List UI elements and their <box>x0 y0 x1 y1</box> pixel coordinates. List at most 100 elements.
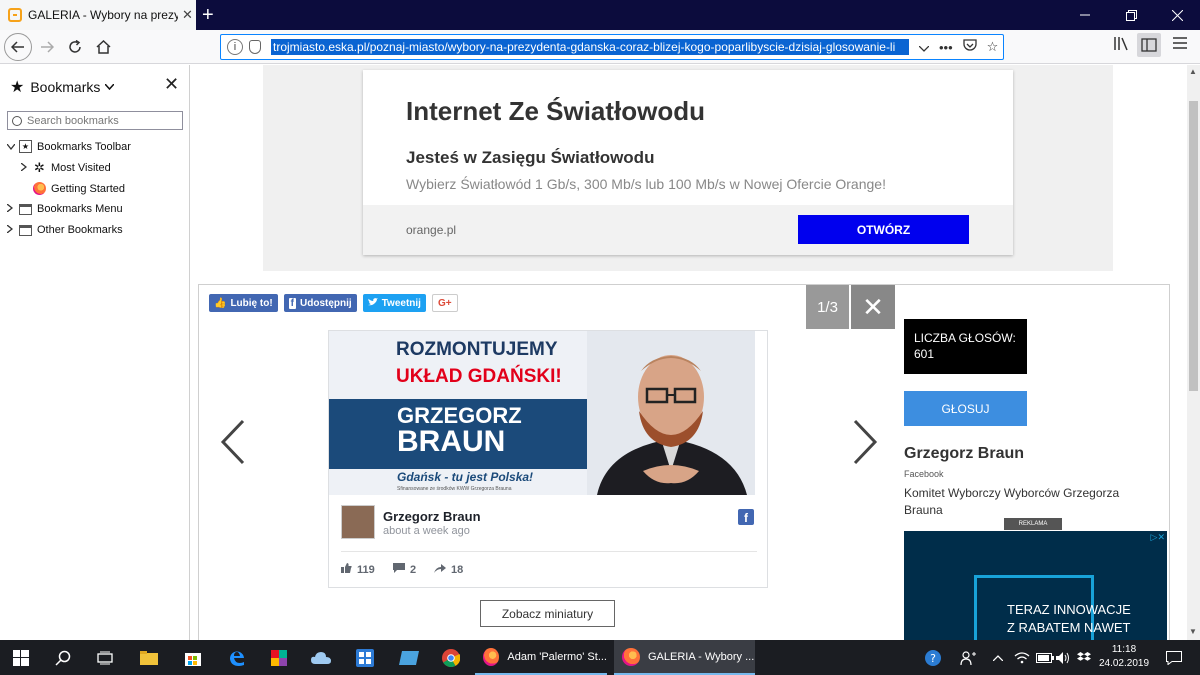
file-explorer-icon[interactable] <box>130 640 168 675</box>
bookmark-star-icon[interactable]: ☆ <box>987 39 999 55</box>
share-label: Udostępnij <box>300 297 352 309</box>
facebook-icon: f <box>288 297 297 309</box>
post-time[interactable]: about a week ago <box>383 525 470 537</box>
web-content: Internet Ze Światłowodu Jesteś w Zasięgu… <box>191 65 1187 640</box>
people-icon[interactable] <box>960 640 976 675</box>
cloud-app-icon[interactable] <box>302 640 340 675</box>
collapsed-twisty-icon[interactable] <box>6 224 19 235</box>
next-arrow-icon[interactable] <box>847 417 883 467</box>
url-text[interactable]: trojmiasto.eska.pl/poznaj-miasto/wybory-… <box>271 39 909 55</box>
likes-count[interactable]: 119 <box>341 563 375 576</box>
prev-arrow-icon[interactable] <box>217 417 253 467</box>
search-icon[interactable] <box>44 640 82 675</box>
gplus-button[interactable]: G+ <box>431 294 458 312</box>
menu-icon[interactable] <box>1172 36 1188 54</box>
home-button[interactable] <box>90 34 116 60</box>
taskbar-app-galeria[interactable]: GALERIA - Wybory ... <box>614 640 755 675</box>
store-icon[interactable] <box>174 640 212 675</box>
facebook-logo-icon[interactable]: f <box>738 509 754 525</box>
tab-close-icon[interactable]: ✕ <box>182 7 193 23</box>
comments-count[interactable]: 2 <box>393 563 416 576</box>
library-icon[interactable] <box>1113 36 1129 55</box>
tweet-button[interactable]: Tweetnij <box>362 294 426 312</box>
tree-bookmarks-toolbar[interactable]: ★ Bookmarks Toolbar <box>6 140 131 153</box>
facebook-post-embed[interactable]: ROZMONTUJEMY UKŁAD GDAŃSKI! GRZEGORZ BRA… <box>328 330 768 588</box>
tiles-app-icon[interactable] <box>346 640 384 675</box>
collapsed-twisty-icon[interactable] <box>20 161 33 173</box>
sidebar-toggle-icon[interactable] <box>1137 33 1161 57</box>
task-view-icon[interactable] <box>86 640 124 675</box>
author-avatar[interactable] <box>341 505 375 539</box>
ad-open-button[interactable]: OTWÓRZ <box>798 215 969 244</box>
notifications-icon[interactable] <box>1166 640 1182 675</box>
show-thumbnails-button[interactable]: Zobacz miniatury <box>480 600 615 627</box>
scrollbar-thumb[interactable] <box>1189 101 1198 391</box>
wifi-icon[interactable] <box>1014 640 1030 675</box>
edge-icon[interactable] <box>218 640 256 675</box>
page-actions-icon[interactable]: ••• <box>939 40 953 55</box>
sidebar-close-icon[interactable]: ✕ <box>164 74 179 95</box>
battery-icon[interactable] <box>1036 640 1054 675</box>
chrome-icon[interactable] <box>432 640 470 675</box>
svg-text:?: ? <box>930 652 936 665</box>
banner-line2: UKŁAD GDAŃSKI! <box>396 366 562 387</box>
shares-count[interactable]: 18 <box>434 563 463 576</box>
post-author[interactable]: Grzegorz Braun <box>383 509 481 524</box>
url-dropdown-icon[interactable] <box>918 40 930 55</box>
screenshot-tool-icon[interactable] <box>390 640 428 675</box>
gallery-close-button[interactable]: ✕ <box>851 285 895 329</box>
tree-getting-started[interactable]: Getting Started <box>33 182 125 195</box>
back-button[interactable] <box>4 33 32 61</box>
clock-date: 24.02.2019 <box>1098 658 1150 669</box>
volume-icon[interactable] <box>1056 640 1072 675</box>
vote-button[interactable]: GŁOSUJ <box>904 391 1027 426</box>
tab-galeria[interactable]: GALERIA - Wybory na prezydenta ✕ <box>0 0 196 30</box>
ad-footer: orange.pl OTWÓRZ <box>363 205 1013 255</box>
taskbar-app-adam[interactable]: Adam 'Palermo' St... <box>475 640 607 675</box>
adchoices-icon[interactable]: ▷✕ <box>1151 532 1165 543</box>
collapsed-twisty-icon[interactable] <box>6 203 19 214</box>
info-icon[interactable]: i <box>227 39 243 55</box>
tracking-shield-icon[interactable] <box>249 40 261 54</box>
forward-button[interactable] <box>34 34 60 60</box>
banner-slogan: Gdańsk - tu jest Polska! <box>397 470 534 484</box>
comments-value: 2 <box>410 563 417 576</box>
innovation-ad-banner[interactable]: TERAZ INNOWACJE Z RABATEM NAWET ▷✕ <box>904 531 1167 640</box>
orange-ad-card[interactable]: Internet Ze Światłowodu Jesteś w Zasięgu… <box>363 70 1013 255</box>
window-close-icon[interactable] <box>1154 0 1200 30</box>
help-icon[interactable]: ? <box>924 640 942 675</box>
ad-title[interactable]: Internet Ze Światłowodu <box>406 96 705 127</box>
folder-icon <box>19 203 32 215</box>
scroll-down-icon[interactable]: ▼ <box>1189 627 1197 636</box>
windows-start-icon[interactable] <box>2 640 40 675</box>
tray-expand-icon[interactable] <box>993 640 1003 675</box>
dropbox-icon[interactable] <box>1077 640 1091 675</box>
tree-other-bookmarks[interactable]: Other Bookmarks <box>6 224 123 236</box>
ad2-line1: TERAZ INNOWACJE <box>1007 602 1131 617</box>
bookmarks-search-input[interactable]: Search bookmarks <box>7 111 183 130</box>
thumbs-up-icon: 👍 <box>214 297 227 309</box>
campaign-banner-image: ROZMONTUJEMY UKŁAD GDAŃSKI! GRZEGORZ BRA… <box>329 331 755 495</box>
firefox-icon <box>622 647 640 666</box>
expanded-twisty-icon[interactable] <box>6 142 19 152</box>
restore-icon[interactable] <box>1108 0 1154 30</box>
new-tab-button[interactable]: + <box>202 3 214 27</box>
tree-most-visited[interactable]: ✲ Most Visited <box>20 160 111 175</box>
votes-count-box: LICZBA GŁOSÓW: 601 <box>904 319 1027 374</box>
url-bar[interactable]: i trojmiasto.eska.pl/poznaj-miasto/wybor… <box>220 34 1004 60</box>
star-icon: ★ <box>10 79 25 96</box>
eska-favicon-icon <box>8 8 22 22</box>
reload-button[interactable] <box>62 34 88 60</box>
tree-bookmarks-menu[interactable]: Bookmarks Menu <box>6 203 123 215</box>
sidebar-header[interactable]: ★ Bookmarks <box>10 77 115 97</box>
page-scrollbar[interactable]: ▲ ▼ <box>1187 65 1200 640</box>
ad-container: Internet Ze Światłowodu Jesteś w Zasięgu… <box>263 65 1113 271</box>
fb-like-button[interactable]: 👍 Lubię to! <box>209 294 278 312</box>
system-clock[interactable]: 11:18 24.02.2019 <box>1094 643 1154 671</box>
paint-app-icon[interactable] <box>260 640 298 675</box>
fb-share-button[interactable]: f Udostępnij <box>283 294 357 312</box>
scroll-up-icon[interactable]: ▲ <box>1189 67 1197 76</box>
minimize-icon[interactable] <box>1062 0 1108 30</box>
pocket-icon[interactable] <box>963 39 977 55</box>
firefox-icon <box>483 647 500 666</box>
